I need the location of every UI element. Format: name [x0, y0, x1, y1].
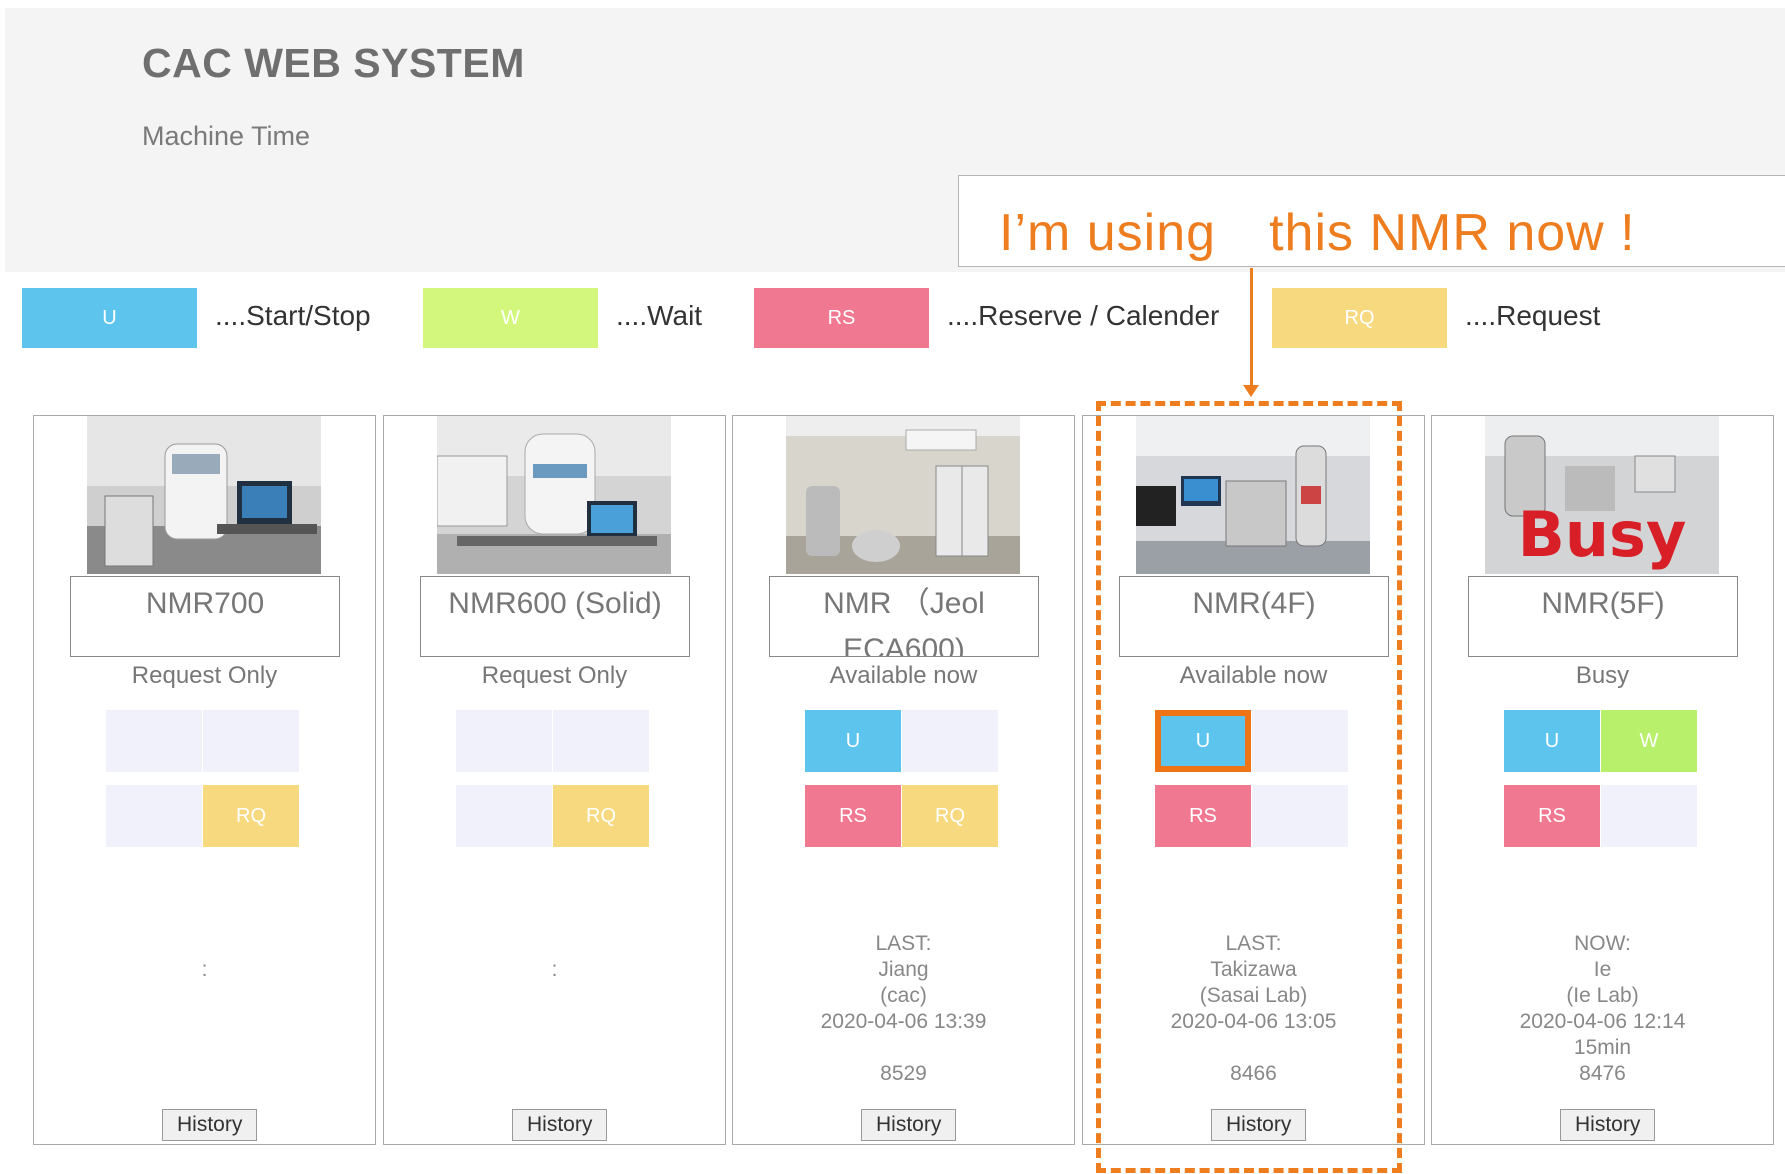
- machine-photo: [437, 416, 671, 574]
- annotation-callout: I’m using this NMR now !: [958, 175, 1785, 267]
- machine-status: Available now: [829, 662, 978, 689]
- page-subtitle: Machine Time: [142, 121, 311, 151]
- usage-info: :: [201, 958, 208, 981]
- history-button[interactable]: History: [512, 1109, 608, 1141]
- machine-card-nmr700: NMR700 Request Only U W RS RQ : History: [33, 415, 376, 1145]
- usage-info: NOW: Ie (Ie Lab) 2020-04-06 12:14 15min …: [1519, 932, 1686, 1085]
- history-button[interactable]: History: [1211, 1109, 1307, 1141]
- legend-label-wait: ....Wait: [616, 300, 703, 331]
- machine-name: NMR700: [70, 576, 340, 657]
- wait-button[interactable]: W: [1601, 710, 1697, 772]
- machine-card-nmr-5f: Busy NMR(5F) Busy U W RS RQ NOW: Ie (Ie …: [1431, 415, 1774, 1145]
- machine-card-nmr-4f: NMR(4F) Available now U W RS RQ LAST: Ta…: [1082, 415, 1425, 1145]
- legend-label-request: ....Request: [1465, 300, 1601, 331]
- legend-swatch-u: U: [22, 288, 197, 348]
- request-button[interactable]: RQ: [902, 785, 998, 847]
- history-button[interactable]: History: [861, 1109, 957, 1141]
- wait-button: W: [1252, 710, 1348, 772]
- usage-info: LAST: Jiang (cac) 2020-04-06 13:39 8529: [820, 932, 987, 1085]
- machine-name: NMR(5F): [1468, 576, 1738, 657]
- usage-info: LAST: Takizawa (Sasai Lab) 2020-04-06 13…: [1170, 932, 1337, 1085]
- machine-status: Available now: [1179, 662, 1328, 689]
- annotation-text: I’m using this NMR now !: [999, 204, 1636, 262]
- machine-photo: [1136, 416, 1370, 574]
- request-button[interactable]: RQ: [203, 785, 299, 847]
- machine-name: NMR(4F): [1119, 576, 1389, 657]
- machine-card-nmr-jeol-eca600: NMR （Jeol ECA600) Available now U W RS R…: [732, 415, 1075, 1145]
- annotation-arrow: [1250, 268, 1253, 388]
- history-button[interactable]: History: [162, 1109, 258, 1141]
- wait-button: W: [553, 710, 649, 772]
- machine-photo: [87, 416, 321, 574]
- busy-overlay-label: Busy: [1517, 498, 1687, 571]
- machine-status: Request Only: [481, 662, 628, 689]
- history-button[interactable]: History: [1560, 1109, 1656, 1141]
- machine-status: Busy: [1575, 662, 1630, 689]
- machine-name: NMR600 (Solid): [420, 576, 690, 657]
- reserve-button: RS: [106, 785, 202, 847]
- legend-label-start-stop: ....Start/Stop: [215, 300, 371, 331]
- start-stop-button: U: [456, 710, 552, 772]
- legend-swatch-rs: RS: [754, 288, 929, 348]
- machine-photo: [786, 416, 1020, 574]
- machine-card-nmr600-solid: NMR600 (Solid) Request Only U W RS RQ : …: [383, 415, 726, 1145]
- reserve-button: RS: [456, 785, 552, 847]
- legend-swatch-w: W: [423, 288, 598, 348]
- start-stop-button[interactable]: U: [805, 710, 901, 772]
- reserve-button[interactable]: RS: [1504, 785, 1600, 847]
- start-stop-button: U: [106, 710, 202, 772]
- annotation-arrow-head: [1243, 385, 1259, 397]
- start-stop-button[interactable]: U: [1155, 710, 1251, 772]
- wait-button: W: [203, 710, 299, 772]
- request-button[interactable]: RQ: [553, 785, 649, 847]
- app-title: CAC WEB SYSTEM: [142, 40, 525, 86]
- wait-button: W: [902, 710, 998, 772]
- legend-label-reserve: ....Reserve / Calender: [947, 300, 1220, 331]
- start-stop-button[interactable]: U: [1504, 710, 1600, 772]
- reserve-button[interactable]: RS: [1155, 785, 1251, 847]
- request-button: RQ: [1601, 785, 1697, 847]
- machine-status: Request Only: [131, 662, 278, 689]
- legend-swatch-rq: RQ: [1272, 288, 1447, 348]
- usage-info: :: [551, 958, 558, 981]
- reserve-button[interactable]: RS: [805, 785, 901, 847]
- machine-name: NMR （Jeol ECA600): [769, 576, 1039, 657]
- machine-photo: Busy: [1485, 416, 1719, 574]
- request-button: RQ: [1252, 785, 1348, 847]
